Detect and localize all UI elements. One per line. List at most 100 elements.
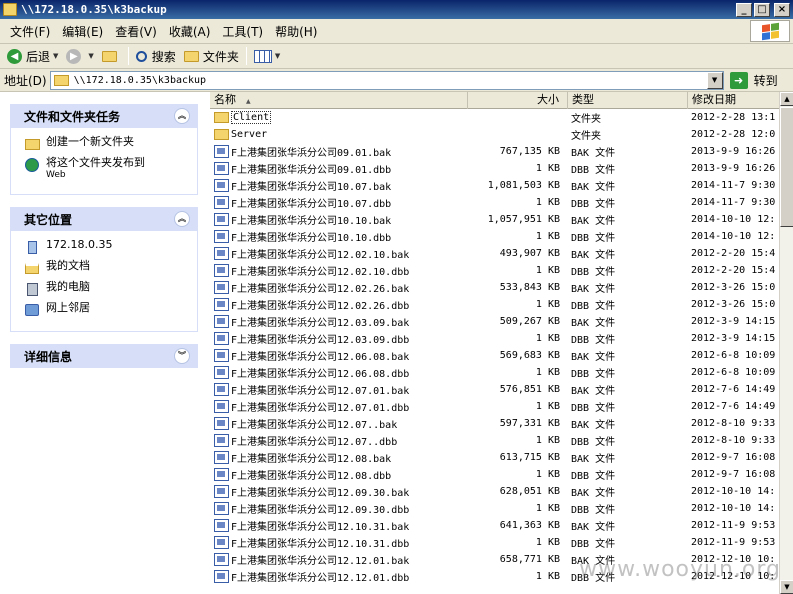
file-name[interactable]: F上港集团张华浜分公司12.03.09.dbb [231, 331, 409, 346]
details-header[interactable]: 详细信息 ︾ [10, 344, 198, 368]
menu-view[interactable]: 查看(V) [109, 21, 163, 42]
file-row[interactable]: F上港集团张华浜分公司09.01.dbb 1 KB DBB 文件 2013-9-9 1… [210, 160, 779, 177]
file-tasks-header[interactable]: 文件和文件夹任务 ︽ [10, 104, 198, 128]
file-name[interactable]: F上港集团张华浜分公司12.09.30.bak [231, 484, 409, 499]
file-row[interactable]: F上港集团张华浜分公司12.10.31.bak 641,363 KB BAK 文件 2… [210, 517, 779, 534]
file-name[interactable]: F上港集团张华浜分公司12.07..bak [231, 416, 397, 431]
file-row[interactable]: F上港集团张华浜分公司12.12.01.dbb 1 KB DBB 文件 2012-12… [210, 568, 779, 585]
place-my-documents[interactable]: 我的文档 [24, 260, 189, 276]
views-button[interactable]: ▼ [250, 45, 284, 67]
address-value[interactable]: \\172.18.0.35\k3backup [74, 75, 206, 86]
file-row[interactable]: F上港集团张华浜分公司12.07.01.dbb 1 KB DBB 文件 2012-7-… [210, 398, 779, 415]
file-name[interactable]: F上港集团张华浜分公司12.07.01.dbb [231, 399, 409, 414]
file-row[interactable]: F上港集团张华浜分公司12.02.26.bak 533,843 KB BAK 文件 2… [210, 279, 779, 296]
file-name[interactable]: F上港集团张华浜分公司10.07.dbb [231, 195, 391, 210]
column-header-date[interactable]: 修改日期 [688, 92, 779, 109]
file-name[interactable]: F上港集团张华浜分公司12.06.08.dbb [231, 365, 409, 380]
file-row[interactable]: F上港集团张华浜分公司10.10.bak 1,057,951 KB BAK 文件 20… [210, 211, 779, 228]
file-name[interactable]: Client [231, 111, 272, 124]
file-row[interactable]: F上港集团张华浜分公司10.07.dbb 1 KB DBB 文件 2014-11-7 … [210, 194, 779, 211]
up-button[interactable] [98, 45, 125, 67]
folders-button[interactable]: 文件夹 [180, 45, 243, 67]
file-name-cell[interactable]: F上港集团张华浜分公司12.02.26.bak [210, 280, 468, 295]
file-name-cell[interactable]: F上港集团张华浜分公司10.07.bak [210, 178, 468, 193]
file-row[interactable]: F上港集团张华浜分公司12.12.01.bak 658,771 KB BAK 文件 2… [210, 551, 779, 568]
file-name[interactable]: F上港集团张华浜分公司12.06.08.bak [231, 348, 409, 363]
file-name[interactable]: Server [231, 129, 267, 140]
menu-favorites[interactable]: 收藏(A) [163, 21, 217, 42]
menu-edit[interactable]: 编辑(E) [56, 21, 109, 42]
scroll-up-button[interactable]: ▲ [780, 92, 793, 106]
folder-row[interactable]: Server 文件夹 2012-2-28 12:0 [210, 126, 779, 143]
task-new-folder[interactable]: 创建一个新文件夹 [24, 136, 189, 152]
file-name-cell[interactable]: F上港集团张华浜分公司12.12.01.dbb [210, 569, 468, 584]
collapse-icon[interactable]: ︽ [174, 211, 190, 227]
file-row[interactable]: F上港集团张华浜分公司12.08.dbb 1 KB DBB 文件 2012-9-7 1… [210, 466, 779, 483]
file-row[interactable]: F上港集团张华浜分公司12.09.30.dbb 1 KB DBB 文件 2012-10… [210, 500, 779, 517]
file-row[interactable]: F上港集团张华浜分公司12.07..dbb 1 KB DBB 文件 2012-8-10… [210, 432, 779, 449]
chevron-down-icon[interactable]: ▼ [53, 52, 58, 60]
file-name[interactable]: F上港集团张华浜分公司12.02.10.bak [231, 246, 409, 261]
menu-file[interactable]: 文件(F) [4, 21, 56, 42]
scroll-down-button[interactable]: ▼ [780, 580, 793, 594]
file-name[interactable]: F上港集团张华浜分公司12.10.31.dbb [231, 535, 409, 550]
back-button[interactable]: ◀ 后退 ▼ [3, 45, 62, 67]
file-name-cell[interactable]: F上港集团张华浜分公司12.09.30.bak [210, 484, 468, 499]
file-name-cell[interactable]: F上港集团张华浜分公司12.03.09.dbb [210, 331, 468, 346]
file-row[interactable]: F上港集团张华浜分公司12.02.26.dbb 1 KB DBB 文件 2012-3-… [210, 296, 779, 313]
file-name-cell[interactable]: F上港集团张华浜分公司12.07.01.dbb [210, 399, 468, 414]
file-name-cell[interactable]: F上港集团张华浜分公司12.08.bak [210, 450, 468, 465]
forward-button[interactable]: ▶ ▼ [62, 45, 97, 67]
file-name-cell[interactable]: F上港集团张华浜分公司12.02.10.dbb [210, 263, 468, 278]
column-header-size[interactable]: 大小 [468, 92, 568, 109]
file-name[interactable]: F上港集团张华浜分公司10.10.bak [231, 212, 391, 227]
file-name[interactable]: F上港集团张华浜分公司10.10.dbb [231, 229, 391, 244]
file-name[interactable]: F上港集团张华浜分公司12.09.30.dbb [231, 501, 409, 516]
file-name[interactable]: F上港集团张华浜分公司12.03.09.bak [231, 314, 409, 329]
file-name-cell[interactable]: F上港集团张华浜分公司12.02.26.dbb [210, 297, 468, 312]
place-my-computer[interactable]: 我的电脑 [24, 281, 189, 297]
file-name[interactable]: F上港集团张华浜分公司12.10.31.bak [231, 518, 409, 533]
file-name-cell[interactable]: F上港集团张华浜分公司12.07.01.bak [210, 382, 468, 397]
place-network-share[interactable]: 172.18.0.35 [24, 239, 189, 255]
file-name-cell[interactable]: F上港集团张华浜分公司10.07.dbb [210, 195, 468, 210]
file-row[interactable]: F上港集团张华浜分公司10.10.dbb 1 KB DBB 文件 2014-10-10… [210, 228, 779, 245]
file-row[interactable]: F上港集团张华浜分公司10.07.bak 1,081,503 KB BAK 文件 20… [210, 177, 779, 194]
file-name-cell[interactable]: F上港集团张华浜分公司10.10.bak [210, 212, 468, 227]
file-row[interactable]: F上港集团张华浜分公司12.09.30.bak 628,051 KB BAK 文件 2… [210, 483, 779, 500]
file-name-cell[interactable]: F上港集团张华浜分公司12.02.10.bak [210, 246, 468, 261]
file-name[interactable]: F上港集团张华浜分公司12.07..dbb [231, 433, 397, 448]
folder-row[interactable]: Client 文件夹 2012-2-28 13:1 [210, 109, 779, 126]
file-name[interactable]: F上港集团张华浜分公司12.07.01.bak [231, 382, 409, 397]
column-header-type[interactable]: 类型 [568, 92, 688, 109]
file-name[interactable]: F上港集团张华浜分公司10.07.bak [231, 178, 391, 193]
chevron-down-icon[interactable]: ▼ [88, 52, 93, 60]
file-name-cell[interactable]: F上港集团张华浜分公司12.12.01.bak [210, 552, 468, 567]
address-dropdown-button[interactable]: ▼ [706, 71, 723, 89]
file-name-cell[interactable]: F上港集团张华浜分公司12.10.31.dbb [210, 535, 468, 550]
chevron-down-icon[interactable]: ▼ [275, 52, 280, 60]
menu-tools[interactable]: 工具(T) [216, 21, 269, 42]
file-name[interactable]: F上港集团张华浜分公司12.12.01.bak [231, 552, 409, 567]
place-network-places[interactable]: 网上邻居 [24, 302, 189, 318]
file-name[interactable]: F上港集团张华浜分公司09.01.dbb [231, 161, 391, 176]
file-name-cell[interactable]: F上港集团张华浜分公司12.03.09.bak [210, 314, 468, 329]
file-row[interactable]: F上港集团张华浜分公司12.07..bak 597,331 KB BAK 文件 201… [210, 415, 779, 432]
file-row[interactable]: F上港集团张华浜分公司12.02.10.dbb 1 KB DBB 文件 2012-2-… [210, 262, 779, 279]
file-name[interactable]: F上港集团张华浜分公司12.02.10.dbb [231, 263, 409, 278]
file-name-cell[interactable]: F上港集团张华浜分公司12.09.30.dbb [210, 501, 468, 516]
file-name-cell[interactable]: F上港集团张华浜分公司12.08.dbb [210, 467, 468, 482]
search-button[interactable]: 搜索 [132, 45, 180, 67]
file-name-cell[interactable]: F上港集团张华浜分公司12.07..dbb [210, 433, 468, 448]
file-row[interactable]: F上港集团张华浜分公司12.06.08.bak 569,683 KB BAK 文件 2… [210, 347, 779, 364]
file-name-cell[interactable]: F上港集团张华浜分公司10.10.dbb [210, 229, 468, 244]
other-places-header[interactable]: 其它位置 ︽ [10, 207, 198, 231]
go-button[interactable]: ➜ 转到 [729, 71, 778, 89]
scroll-thumb[interactable] [780, 107, 793, 227]
file-name[interactable]: F上港集团张华浜分公司12.08.bak [231, 450, 391, 465]
address-field[interactable]: \\172.18.0.35\k3backup ▼ [49, 70, 724, 90]
file-name[interactable]: F上港集团张华浜分公司12.02.26.dbb [231, 297, 409, 312]
file-name[interactable]: F上港集团张华浜分公司12.12.01.dbb [231, 569, 409, 584]
file-name[interactable]: F上港集团张华浜分公司09.01.bak [231, 144, 391, 159]
minimize-button[interactable]: _ [736, 2, 752, 17]
